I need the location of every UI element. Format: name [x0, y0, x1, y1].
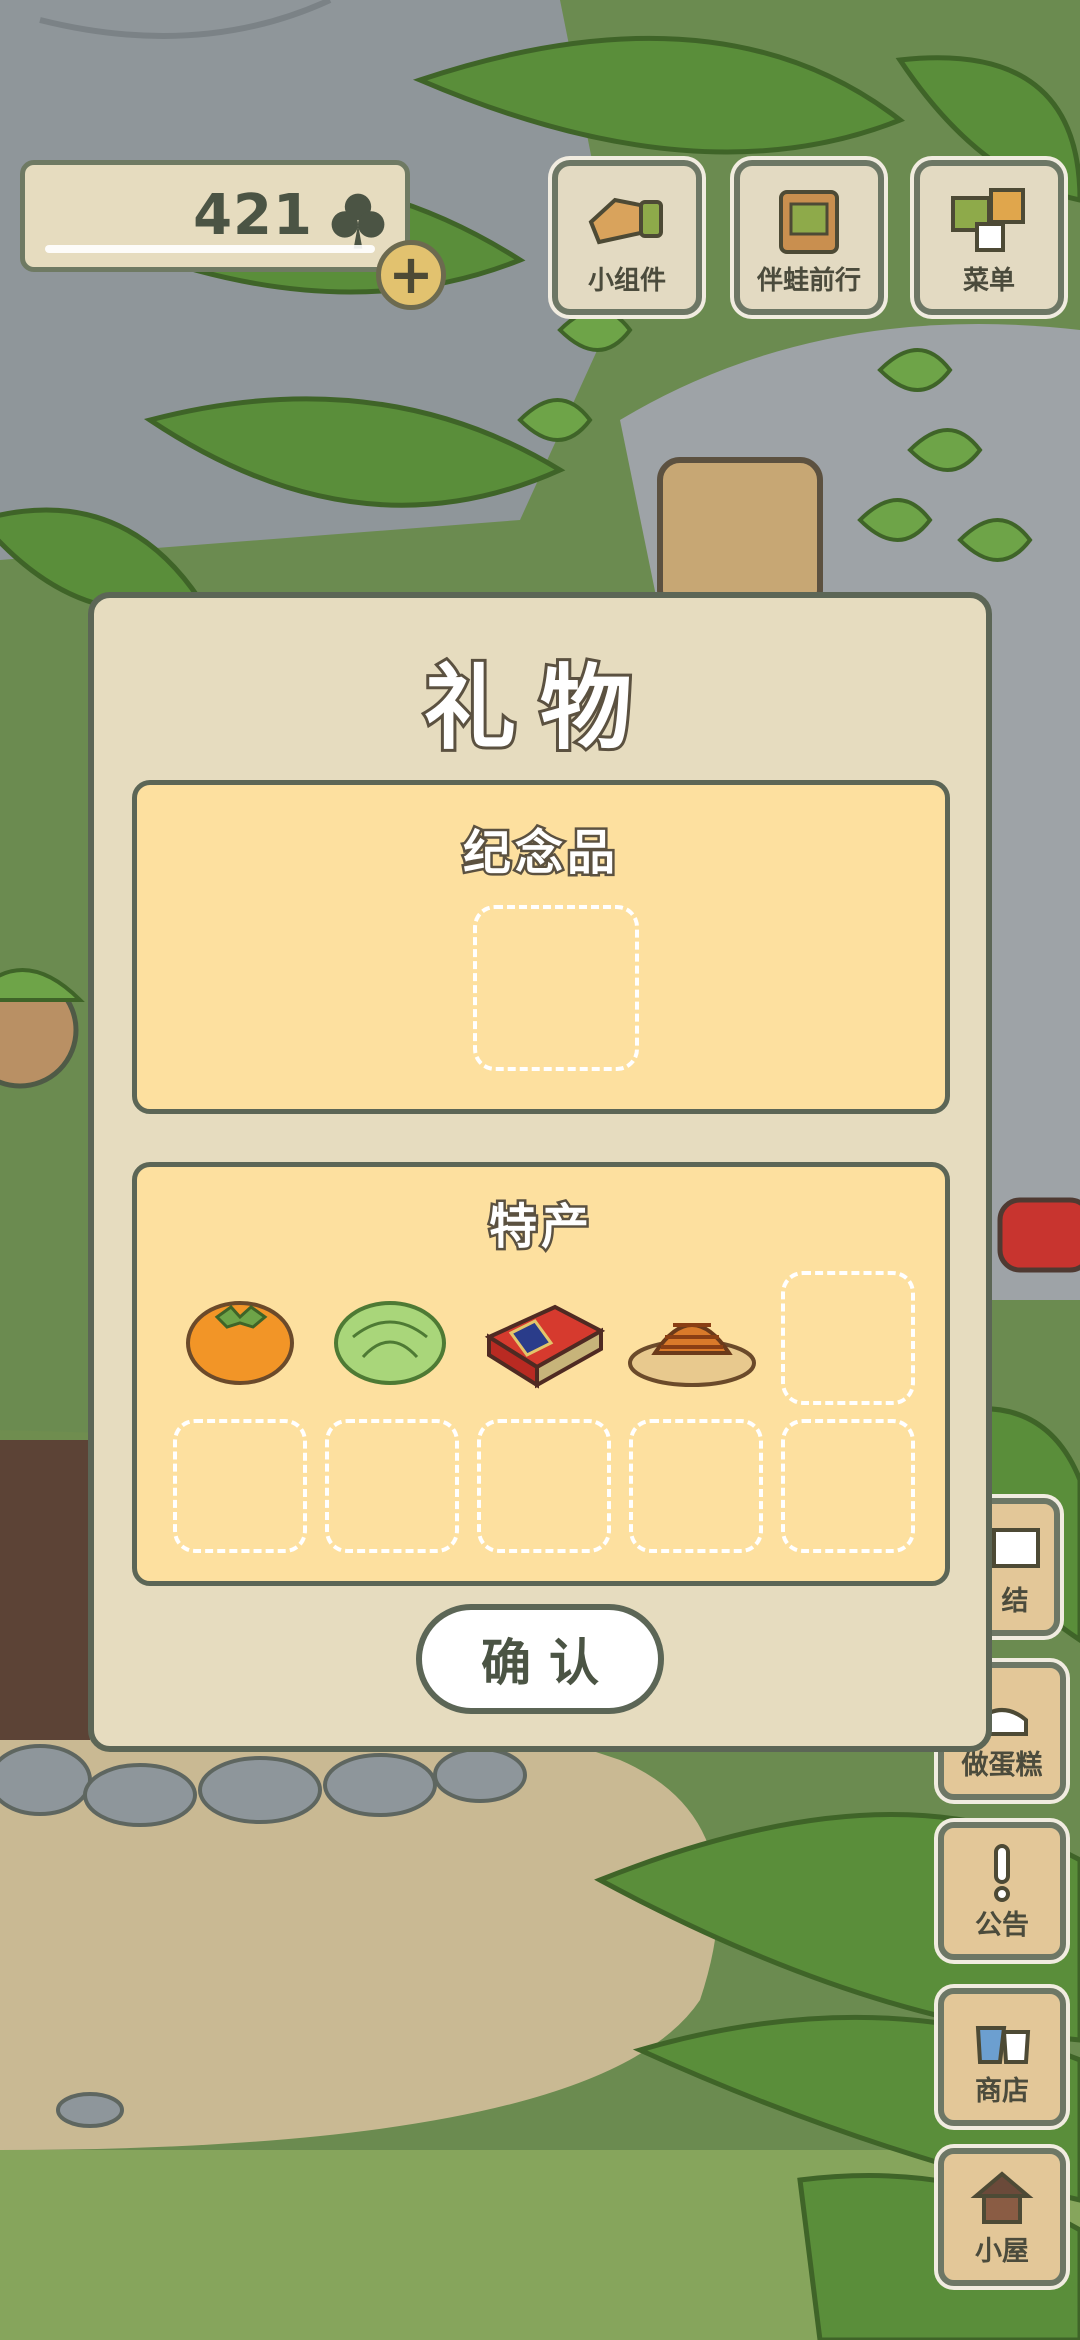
cabbage-icon [334, 1301, 446, 1385]
house-icon [970, 2171, 1034, 2224]
specialty-section: 特产 [132, 1162, 950, 1586]
shop-label: 商店 [975, 2076, 1029, 2107]
journey-label: 伴蛙前行 [756, 266, 861, 296]
persimmon-icon [186, 1301, 294, 1385]
specialty-item[interactable] [475, 1267, 609, 1401]
specialty-slot[interactable] [173, 1419, 307, 1553]
currency-bar [45, 245, 375, 253]
letter-icon [992, 1528, 1040, 1568]
exclamation-icon [994, 1844, 1010, 1902]
widget-button[interactable]: 小组件 [552, 160, 702, 315]
add-clover-button[interactable]: + [376, 240, 446, 310]
specialty-item[interactable] [625, 1267, 759, 1401]
shop-button[interactable]: 商店 [938, 1988, 1066, 2126]
dialog-title: 礼物 [421, 652, 656, 765]
menu-button[interactable]: 菜单 [914, 160, 1064, 315]
specialty-item[interactable] [173, 1267, 307, 1401]
widget-label: 小组件 [587, 266, 666, 296]
specialty-item[interactable] [323, 1267, 457, 1401]
plus-icon: + [388, 243, 434, 306]
specialty-slot[interactable] [781, 1419, 915, 1553]
specialty-title: 特产 [486, 1197, 593, 1258]
journey-button[interactable]: 伴蛙前行 [734, 160, 884, 315]
clover-icon [331, 193, 385, 249]
fried-dough-icon [628, 1323, 756, 1387]
journey-book-icon [779, 190, 839, 254]
clover-count: 421 [193, 183, 313, 248]
souvenir-slot[interactable] [473, 905, 639, 1071]
specialty-slot[interactable] [477, 1419, 611, 1553]
souvenir-section: 纪念品 [132, 780, 950, 1114]
souvenir-title: 纪念品 [460, 823, 619, 884]
currency-panel: 421 [20, 160, 410, 272]
gift-dialog: 礼物 纪念品 特产 确认 [88, 592, 992, 1752]
notice-button[interactable]: 公告 [938, 1822, 1066, 1960]
specialty-slot[interactable] [629, 1419, 763, 1553]
specialty-slot[interactable] [325, 1419, 459, 1553]
house-button[interactable]: 小屋 [938, 2148, 1066, 2286]
house-label: 小屋 [975, 2236, 1029, 2267]
confirm-button[interactable]: 确认 [416, 1604, 664, 1714]
notice-label: 公告 [975, 1910, 1029, 1941]
shop-bag-icon [975, 2026, 1031, 2064]
gift-box-icon [484, 1304, 606, 1389]
menu-label: 菜单 [962, 266, 1015, 296]
widget-icon [588, 197, 663, 245]
menu-cards-icon [951, 188, 1025, 252]
specialty-slot[interactable] [781, 1271, 915, 1405]
